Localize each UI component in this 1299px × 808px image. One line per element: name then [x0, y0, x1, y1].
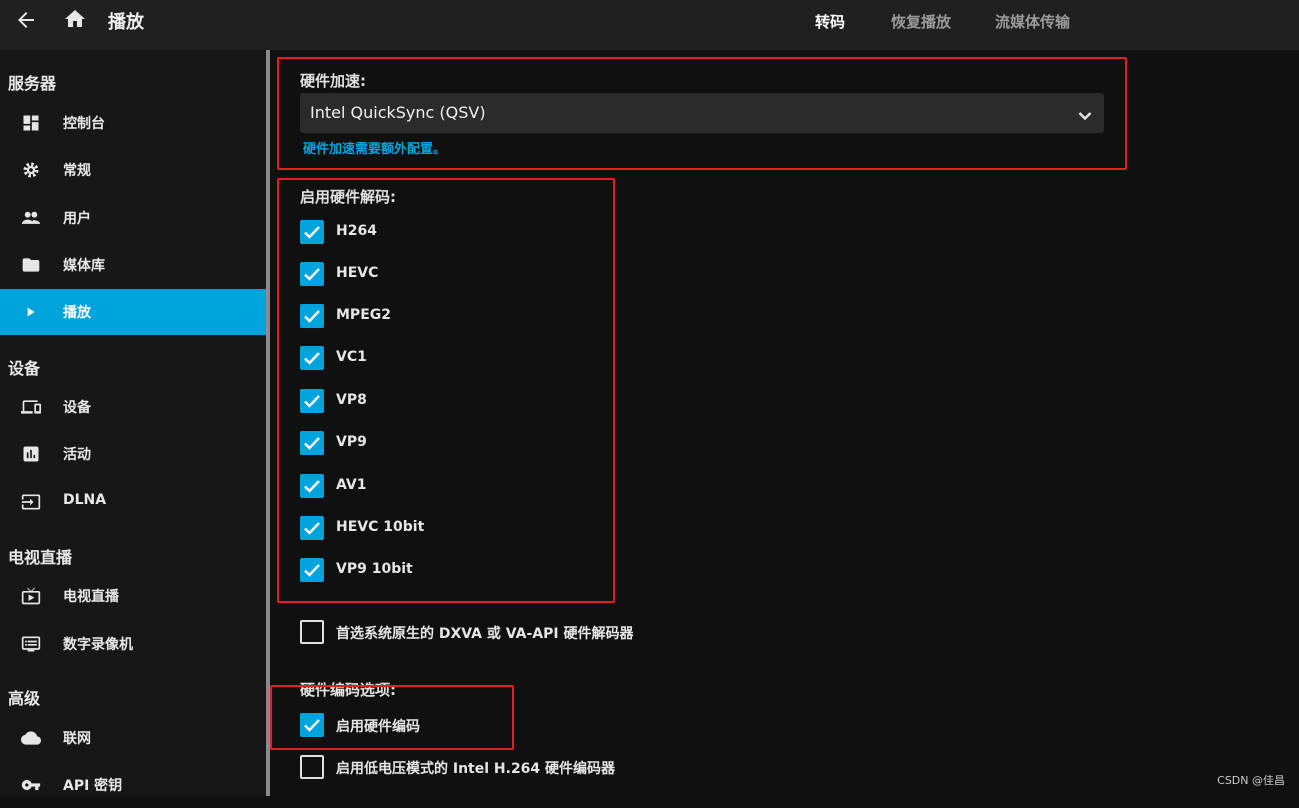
sidebar-item-label: DLNA — [63, 492, 107, 508]
sidebar-item-label: 联网 — [63, 731, 91, 747]
key-icon — [21, 775, 41, 795]
watermark: CSDN @佳昌 — [1217, 774, 1285, 787]
sidebar-item-networking[interactable]: 联网 — [0, 715, 266, 761]
tab-transcoding[interactable]: 转码 — [815, 11, 845, 32]
sidebar-item-live-tv[interactable]: 电视直播 — [0, 573, 266, 619]
top-app-bar: 播放 转码 恢复播放 流媒体传输 — [0, 0, 1299, 50]
sidebar-item-dashboard[interactable]: 控制台 — [0, 100, 266, 146]
sidebar-item-label: 播放 — [63, 305, 91, 321]
sidebar-item-general[interactable]: 常规 — [0, 147, 266, 193]
sidebar-section-server: 服务器 — [8, 74, 57, 93]
cloud-icon — [21, 728, 41, 748]
sidebar-item-dvr[interactable]: 数字录像机 — [0, 621, 266, 667]
sidebar-item-libraries[interactable]: 媒体库 — [0, 242, 266, 288]
dvr-icon — [21, 634, 41, 654]
sidebar-item-activity[interactable]: 活动 — [0, 431, 266, 477]
sidebar-item-label: 电视直播 — [63, 589, 119, 605]
sidebar-item-api-keys[interactable]: API 密钥 — [0, 762, 266, 808]
sidebar-section-devices: 设备 — [8, 359, 41, 378]
input-icon — [21, 492, 41, 512]
sidebar-item-label: 控制台 — [63, 116, 105, 132]
checkbox-label: 启用低电压模式的 Intel H.264 硬件编码器 — [336, 761, 616, 777]
sidebar-item-devices[interactable]: 设备 — [0, 384, 266, 430]
home-icon[interactable] — [62, 7, 88, 31]
sidebar-scrollbar[interactable] — [266, 50, 270, 796]
sidebar-item-label: API 密钥 — [63, 778, 123, 794]
sidebar: 服务器 控制台 常规 用户 媒体库 播放 设备 设备 活动 DLNA 电视直播 … — [0, 50, 266, 796]
dashboard-icon — [21, 113, 41, 133]
tab-resume[interactable]: 恢复播放 — [891, 11, 951, 32]
people-icon — [21, 208, 41, 228]
sidebar-section-advanced: 高级 — [8, 689, 41, 708]
activity-icon — [21, 444, 41, 464]
tab-streaming[interactable]: 流媒体传输 — [995, 11, 1070, 32]
sidebar-item-dlna[interactable]: DLNA — [0, 479, 266, 525]
checkbox-label: 首选系统原生的 DXVA 或 VA-API 硬件解码器 — [336, 626, 634, 642]
checkbox-unchecked[interactable] — [300, 620, 324, 644]
play-icon — [21, 302, 41, 322]
back-arrow-icon[interactable] — [14, 8, 38, 32]
gear-icon — [21, 160, 41, 180]
sidebar-item-label: 数字录像机 — [63, 637, 133, 653]
sidebar-item-label: 设备 — [63, 400, 91, 416]
sidebar-item-users[interactable]: 用户 — [0, 195, 266, 241]
devices-icon — [21, 397, 41, 417]
page-title: 播放 — [108, 12, 144, 33]
sidebar-item-label: 用户 — [63, 211, 91, 227]
sidebar-item-label: 媒体库 — [63, 258, 105, 274]
highlight-box-hw-accel — [277, 57, 1127, 170]
sidebar-section-live-tv: 电视直播 — [8, 548, 73, 567]
sidebar-item-label: 常规 — [63, 163, 91, 179]
sidebar-item-playback[interactable]: 播放 — [0, 289, 266, 335]
highlight-box-encoding — [270, 685, 514, 750]
sidebar-item-label: 活动 — [63, 447, 91, 463]
folder-icon — [21, 255, 41, 275]
highlight-box-decoding — [277, 178, 615, 603]
live-tv-icon — [21, 586, 41, 606]
checkbox-unchecked[interactable] — [300, 755, 324, 779]
